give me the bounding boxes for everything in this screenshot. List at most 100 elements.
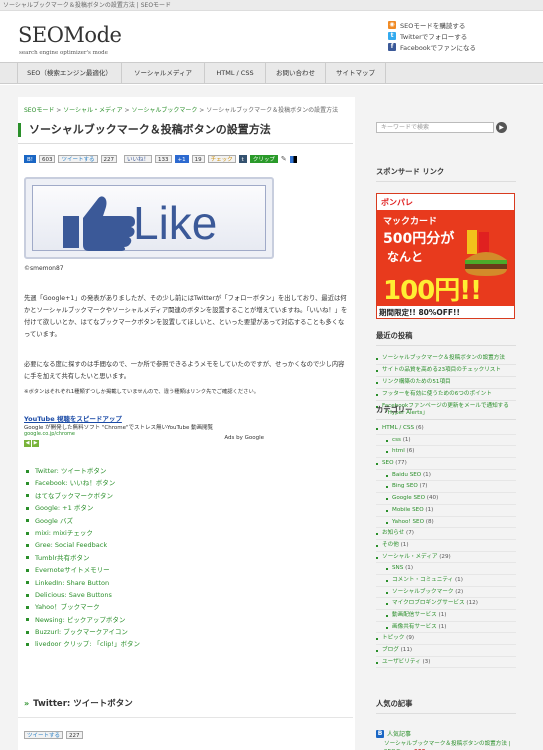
list-item[interactable]: Evernoteサイトメモリー	[26, 564, 140, 576]
google-ad: YouTube 視聴をスピードアップ Google が開発した無料ソフト "Ch…	[24, 413, 264, 449]
list-item[interactable]: livedoor クリップ: 「clip!」ボタン	[26, 638, 140, 650]
recent-post-link[interactable]: ソーシャルブックマーク＆投稿ボタンの設置方法	[376, 353, 516, 365]
list-item[interactable]: Gree: Social Feedback	[26, 539, 140, 551]
list-item[interactable]: はてなブックマークボタン	[26, 490, 140, 502]
category-count: (3)	[422, 658, 431, 665]
category-item[interactable]: HTML / CSS (6)	[376, 423, 516, 435]
category-item[interactable]: トピック (9)	[376, 633, 516, 646]
paragraph-1: 先週「Google+1」の発表がありましたが、その少し前にはTwitterが「フ…	[24, 295, 348, 338]
category-item[interactable]: html (6)	[376, 446, 516, 459]
category-label: SNS	[392, 565, 404, 572]
breadcrumb-home[interactable]: SEOモード	[24, 107, 54, 114]
ad-description: Google が開発した無料ソフト "Chrome"でストレス無いYouTube…	[24, 425, 214, 431]
list-item[interactable]: Newsing: ピックアップボタン	[26, 614, 140, 626]
delicious-icon[interactable]	[289, 155, 297, 163]
search-button[interactable]: ▶	[496, 122, 507, 133]
category-label: css	[392, 436, 401, 443]
tweet-button-sample-button[interactable]: ツイートする	[24, 731, 64, 739]
site-logo[interactable]: SEOMode	[18, 23, 122, 47]
burger-icon	[465, 230, 507, 276]
ad-title-link[interactable]: YouTube 視聴をスピードアップ	[24, 413, 264, 423]
list-item[interactable]: Google: +1 ボタン	[26, 502, 140, 514]
list-item[interactable]: Facebook: いいね！ボタン	[26, 477, 140, 489]
tumblr-button[interactable]: t	[238, 155, 247, 163]
bullet-icon	[26, 643, 29, 647]
category-item[interactable]: Google SEO (40)	[376, 493, 516, 505]
category-item[interactable]: ソーシャルブックマーク (2)	[376, 587, 516, 599]
facebook-like-button[interactable]: いいね！	[124, 155, 153, 163]
breadcrumb-social-media[interactable]: ソーシャル・メディア	[63, 107, 122, 114]
search-input[interactable]: キーワードで検索	[376, 122, 494, 133]
list-item[interactable]: mixi: mixiチェック	[26, 527, 140, 539]
popular-posts: B 人気記事 ソーシャルブックマーク＆投稿ボタンの設置方法 | SEOモー...…	[376, 729, 516, 750]
nav-item-seo[interactable]: SEO（検索エンジン最適化）	[18, 63, 122, 84]
bullet-icon	[26, 605, 29, 609]
like-illustration-frame: Like	[32, 185, 266, 251]
category-item[interactable]: 動画配信サービス (1)	[376, 610, 516, 622]
popular-item-title: ソーシャルブックマーク＆投稿ボタンの設置方法 | SEOモー...	[384, 741, 511, 750]
hatena-bookmark-icon[interactable]: B!	[24, 155, 36, 163]
list-item[interactable]: LinkedIn: Share Button	[26, 577, 140, 589]
follow-link-0[interactable]: ◉ SEOモードを購読する	[388, 20, 465, 30]
follow-link-1[interactable]: t Twitterでフォローする	[388, 31, 467, 41]
category-item[interactable]: SNS (1)	[376, 563, 516, 575]
list-item[interactable]: Google バズ	[26, 515, 140, 527]
category-item[interactable]: Baidu SEO (1)	[376, 470, 516, 482]
window-title-bar: ソーシャルブックマーク＆投稿ボタンの設置方法 | SEOモード	[0, 0, 543, 11]
category-count: (8)	[425, 518, 434, 525]
popular-item[interactable]: ソーシャルブックマーク＆投稿ボタンの設置方法 | SEOモー... 603use…	[376, 740, 516, 750]
category-item[interactable]: その他 (1)	[376, 540, 516, 552]
category-item[interactable]: css (1)	[376, 435, 516, 447]
list-item[interactable]: Buzzurl: ブックマークアイコン	[26, 626, 140, 638]
category-item[interactable]: 画像共有サービス (1)	[376, 622, 516, 634]
list-item-label: Google: +1 ボタン	[35, 504, 94, 513]
list-item-label: Buzzurl: ブックマークアイコン	[35, 628, 128, 637]
category-item[interactable]: Mobile SEO (1)	[376, 505, 516, 517]
ads-by-google[interactable]: Ads by Google	[224, 435, 264, 441]
list-item[interactable]: Tumblr共有ボタン	[26, 552, 140, 564]
nav-item-html-css[interactable]: HTML / CSS	[205, 63, 266, 84]
category-item[interactable]: Bing SEO (7)	[376, 481, 516, 494]
bullet-icon	[26, 581, 29, 585]
category-count: (7)	[406, 530, 414, 537]
list-item[interactable]: Yahoo！ブックマーク	[26, 601, 140, 613]
ad-prev-icon[interactable]: ◀	[24, 440, 31, 447]
bullet-icon	[26, 531, 29, 535]
banner-line2: 500円分が	[383, 231, 455, 247]
ad-banner[interactable]: ポンパレ マックカード 500円分が なんと 100円!! 期間限定!! 80%…	[376, 193, 515, 319]
recent-post-link[interactable]: フッターを有効に使うための6つのポイント	[376, 389, 516, 401]
popular-feed[interactable]: B 人気記事	[376, 729, 516, 738]
bullet-icon	[26, 506, 29, 510]
category-item[interactable]: Yahoo! SEO (8)	[376, 517, 516, 529]
nav-item-sitemap[interactable]: サイトマップ	[326, 63, 386, 84]
tweet-button[interactable]: ツイートする	[58, 155, 98, 163]
ad-next-icon[interactable]: ▶	[32, 440, 39, 447]
recent-post-link[interactable]: サイトの品質を高める23項目のチェックリスト	[376, 365, 516, 377]
bullet-icon	[26, 593, 29, 597]
category-heading: カテゴリー	[376, 405, 413, 414]
list-item[interactable]: Delicious: Save Buttons	[26, 589, 140, 601]
category-item[interactable]: ソーシャル・メディア (29)	[376, 552, 516, 564]
banner-bottom: 期間限定!! 80%OFF!!	[377, 306, 514, 318]
breadcrumb-social-bookmark[interactable]: ソーシャルブックマーク	[131, 107, 197, 114]
category-item[interactable]: SEO (77)	[376, 458, 516, 470]
nav-item-contact[interactable]: お問い合わせ	[266, 63, 326, 84]
google-plus-one-button[interactable]: +1	[174, 155, 189, 163]
category-item[interactable]: マイクロブロギングサービス (12)	[376, 598, 516, 610]
category-count: (9)	[406, 635, 415, 642]
list-item[interactable]: Twitter: ツイートボタン	[26, 465, 140, 477]
follow-link-2[interactable]: f Facebookでファンになる	[388, 42, 476, 52]
nav-item-social-media[interactable]: ソーシャルメディア	[122, 63, 205, 84]
evernote-icon[interactable]: ✎	[281, 155, 287, 163]
livedoor-clip-button[interactable]: クリップ	[249, 155, 278, 163]
facebook-icon: f	[388, 43, 396, 51]
site-header: SEOMode search engine optimizer's mode ◉…	[0, 11, 543, 61]
category-item[interactable]: ブログ (11)	[376, 645, 516, 657]
category-item[interactable]: ユーザビリティ (3)	[376, 657, 516, 669]
recent-post-link[interactable]: リンク構築のための51項目	[376, 377, 516, 389]
mixi-check-button[interactable]: チェック	[207, 155, 236, 163]
section-heading: » Twitter: ツイートボタン	[24, 697, 133, 710]
category-item[interactable]: お知らせ (7)	[376, 528, 516, 540]
image-credit[interactable]: ©smemon87	[24, 265, 64, 272]
category-item[interactable]: コメント・コミュニティ (1)	[376, 575, 516, 587]
